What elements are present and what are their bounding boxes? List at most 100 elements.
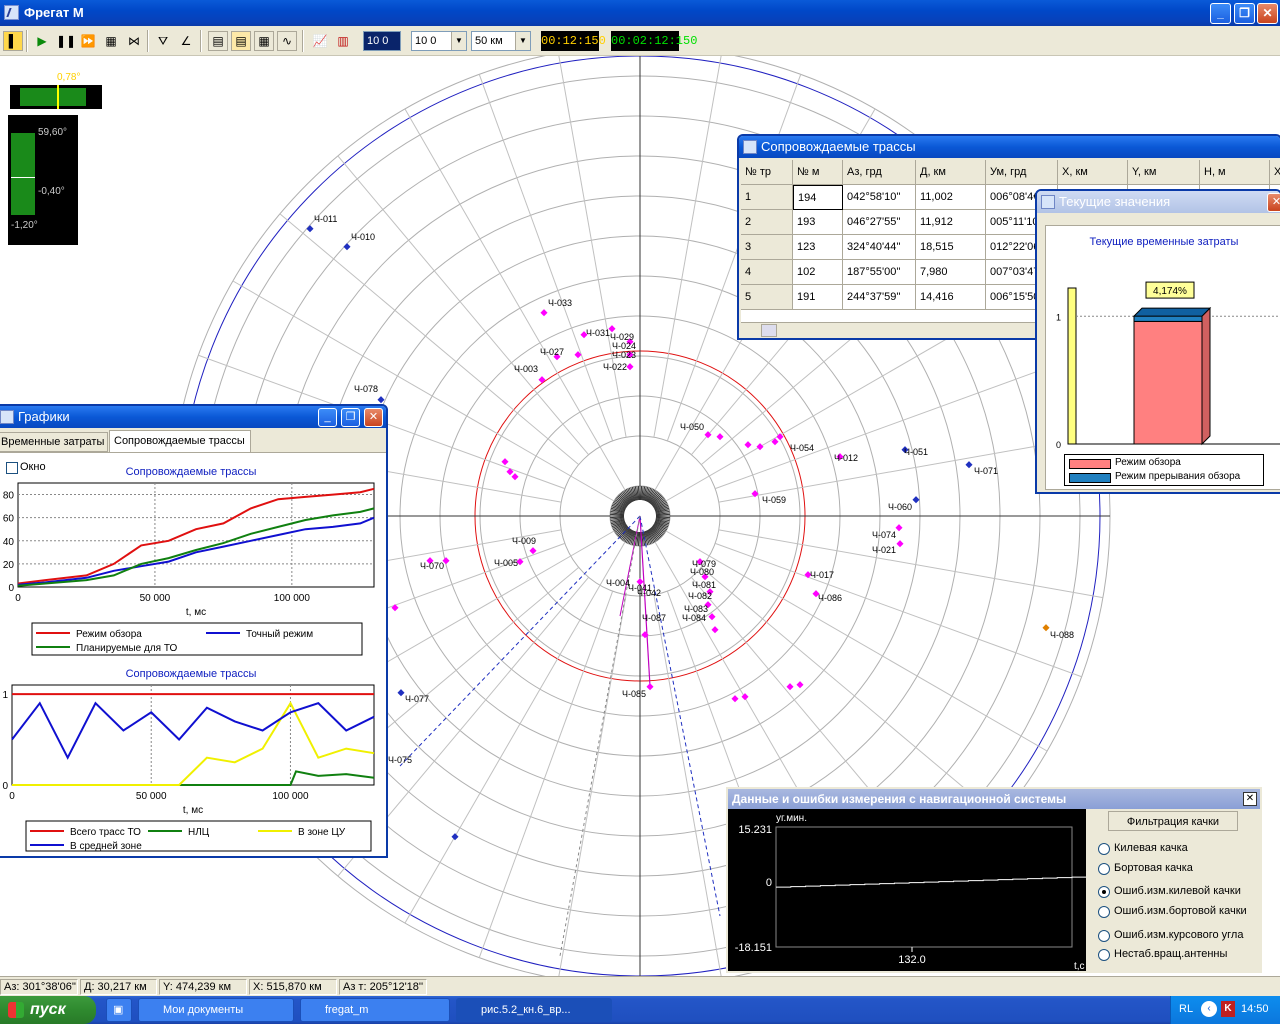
table-cell[interactable]: 4 (741, 260, 793, 285)
table-highlight-icon[interactable]: ▤ (231, 31, 251, 51)
bearing-line (653, 56, 722, 438)
table-cell[interactable]: 042°58'10'' (843, 185, 916, 210)
target-marker (716, 433, 724, 441)
taskbar-item-fregat[interactable]: fregat_m (300, 998, 450, 1022)
play-icon[interactable]: ▶ (32, 31, 52, 51)
table-cell[interactable]: 18,515 (916, 235, 986, 260)
scroll-thumb[interactable] (761, 324, 777, 337)
table-cell[interactable]: 194 (793, 185, 843, 210)
option-radio[interactable] (1098, 949, 1110, 961)
y-tick-1: 1 (1056, 312, 1061, 322)
close-button[interactable]: ✕ (364, 408, 383, 427)
minimize-button[interactable]: _ (318, 408, 337, 427)
filter-icon[interactable]: ⛛ (153, 31, 173, 51)
target-label: Ч-070 (420, 561, 444, 571)
filter-button[interactable]: Фильтрация качки (1108, 811, 1238, 831)
tracks-window-title[interactable]: Сопровождаемые трассы (739, 136, 1280, 158)
bar-chart-icon[interactable]: ▥ (333, 31, 353, 51)
table-cell[interactable]: 123 (793, 235, 843, 260)
taskbar-item-image[interactable]: рис.5.2_кн.6_вр... (456, 998, 612, 1022)
table-cell[interactable]: 193 (793, 210, 843, 235)
column-header[interactable]: X (1270, 160, 1280, 185)
heading-value: 0,78° (57, 72, 81, 83)
option-radio[interactable] (1098, 906, 1110, 918)
scope-icon[interactable]: ∿ (277, 31, 297, 51)
grid-icon[interactable]: ▦ (101, 31, 121, 51)
target-marker (529, 547, 537, 555)
back-arrow-icon[interactable]: ‹ (1201, 1001, 1217, 1017)
graphs-window: Графики _ ❐ ✕ Временные затраты Сопровож… (0, 404, 388, 858)
field1-input[interactable]: 10 0 (363, 31, 401, 51)
fast-forward-icon[interactable]: ⏩ (78, 31, 98, 51)
option-label[interactable]: Ошиб.изм.курсового угла (1114, 929, 1243, 941)
column-header[interactable]: H, м (1200, 160, 1270, 185)
table-cell[interactable]: 324°40'44'' (843, 235, 916, 260)
column-header[interactable]: № м (793, 160, 843, 185)
column-header[interactable]: Аз, грд (843, 160, 916, 185)
option-label[interactable]: Килевая качка (1114, 842, 1188, 854)
current-window-title[interactable]: Текущие значения (1037, 191, 1280, 213)
table-cell[interactable]: 1 (741, 185, 793, 210)
field2-combo[interactable]: 10 0 ▼ (411, 31, 467, 51)
column-header[interactable]: Д, км (916, 160, 986, 185)
table-cell[interactable]: 14,416 (916, 285, 986, 310)
heading-center-mark (57, 85, 59, 109)
bearing-line (404, 108, 626, 491)
table-cell[interactable]: 244°37'59'' (843, 285, 916, 310)
chart-title: Сопровождаемые трассы (126, 466, 257, 478)
close-button[interactable]: ✕ (1267, 193, 1280, 212)
table-cell[interactable]: 7,980 (916, 260, 986, 285)
time2-display: 00:02:12:150 (611, 31, 697, 51)
column-header[interactable]: № тр (741, 160, 793, 185)
option-label[interactable]: Ошиб.изм.килевой качки (1114, 885, 1241, 897)
x-tick-label: 132.0 (898, 954, 926, 966)
column-header[interactable]: X, км (1058, 160, 1128, 185)
close-button[interactable]: ✕ (1257, 3, 1278, 24)
option-radio[interactable] (1098, 930, 1110, 942)
pause-icon[interactable]: ❚❚ (55, 31, 76, 51)
column-header[interactable]: Y, км (1128, 160, 1200, 185)
table-cell[interactable]: 102 (793, 260, 843, 285)
option-label[interactable]: Бортовая качка (1114, 862, 1193, 874)
target-marker (1042, 624, 1050, 632)
column-header[interactable]: Ум, грд (986, 160, 1058, 185)
target-label: Ч-027 (540, 347, 564, 357)
draw-icon[interactable]: ∠ (176, 31, 196, 51)
antivirus-icon[interactable]: K (1221, 1001, 1235, 1017)
nav-window-title[interactable]: Данные и ошибки измерения с навигационно… (728, 789, 1260, 809)
tab-tracks[interactable]: Сопровождаемые трассы (109, 430, 251, 452)
option-radio[interactable] (1098, 863, 1110, 875)
option-label[interactable]: Ошиб.изм.бортовой качки (1114, 905, 1247, 917)
quicklaunch-icon[interactable]: ▣ (106, 998, 132, 1022)
option-label[interactable]: Нестаб.вращ.антенны (1114, 948, 1227, 960)
table-cell[interactable]: 191 (793, 285, 843, 310)
table-cell[interactable]: 3 (741, 235, 793, 260)
table-cell[interactable]: 11,002 (916, 185, 986, 210)
table-cell[interactable]: 5 (741, 285, 793, 310)
target-marker (711, 626, 719, 634)
option-radio[interactable] (1098, 843, 1110, 855)
option-radio[interactable] (1098, 886, 1110, 898)
table-cell[interactable]: 2 (741, 210, 793, 235)
chevron-down-icon[interactable]: ▼ (451, 32, 466, 50)
language-indicator[interactable]: RL (1179, 1003, 1193, 1015)
exit-icon[interactable]: ▌ (3, 31, 23, 51)
sheet-icon[interactable]: ▦ (254, 31, 274, 51)
y-tick-zero: 0 (766, 877, 772, 889)
table-icon[interactable]: ▤ (208, 31, 228, 51)
close-icon[interactable]: ✕ (1243, 792, 1257, 806)
tab-time-costs[interactable]: Временные затраты (0, 432, 108, 452)
step-icon[interactable]: ⋈ (124, 31, 144, 51)
maximize-button[interactable]: ❐ (1234, 3, 1255, 24)
range-combo[interactable]: 50 км ▼ (471, 31, 531, 51)
table-cell[interactable]: 187°55'00'' (843, 260, 916, 285)
start-button[interactable]: пуск (0, 996, 96, 1024)
table-cell[interactable]: 046°27'55'' (843, 210, 916, 235)
chevron-down-icon[interactable]: ▼ (515, 32, 530, 50)
maximize-button[interactable]: ❐ (341, 408, 360, 427)
taskbar-item-documents[interactable]: Мои документы (138, 998, 294, 1022)
minimize-button[interactable]: _ (1210, 3, 1231, 24)
chart-icon[interactable]: 📈 (310, 31, 330, 51)
table-cell[interactable]: 11,912 (916, 210, 986, 235)
nav-chart-panel: уг.мин. 15.231 0 -18.151 132.0 t,c (728, 809, 1086, 971)
